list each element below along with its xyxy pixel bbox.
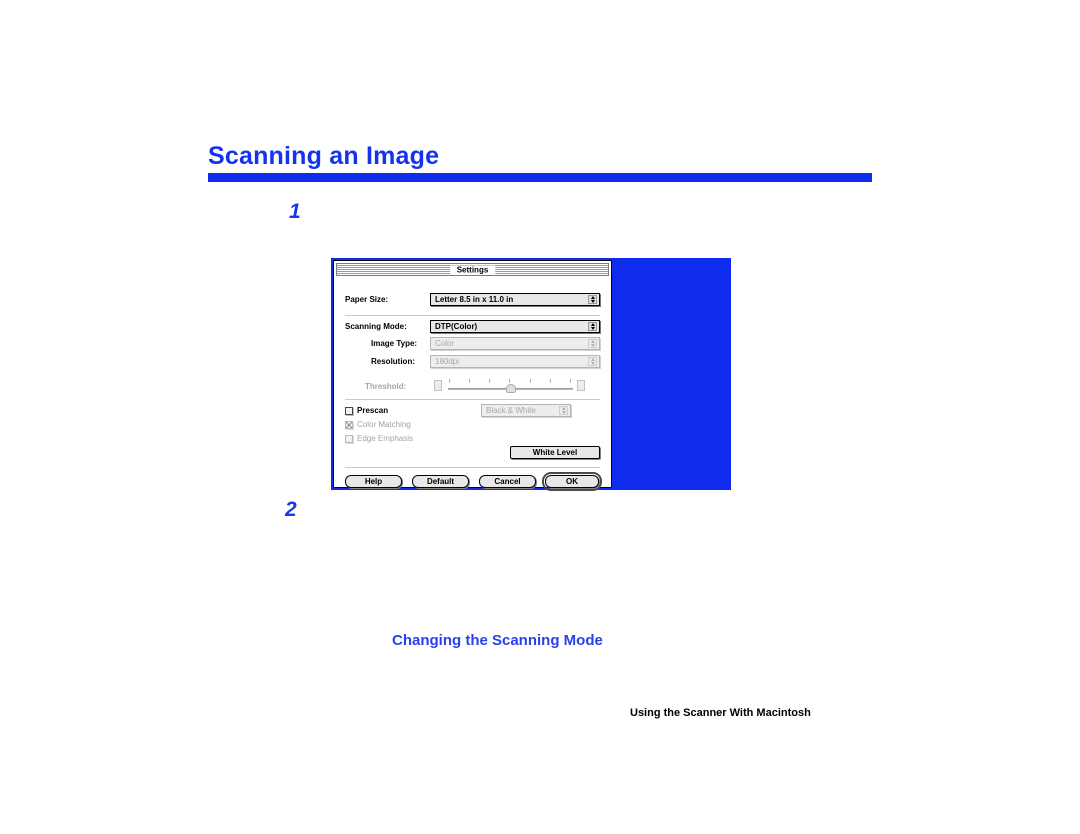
chevron-updown-icon xyxy=(588,357,597,366)
help-label: Help xyxy=(364,477,383,486)
prescan-label: Prescan xyxy=(357,406,389,415)
chevron-updown-icon xyxy=(588,295,597,304)
checkbox-color-matching[interactable]: Color Matching xyxy=(345,419,411,430)
paper-size-value: Letter 8.5 in x 11.0 in xyxy=(435,295,514,304)
color-matching-label: Color Matching xyxy=(357,420,411,429)
chevron-updown-icon xyxy=(559,406,568,415)
divider-1 xyxy=(345,315,600,316)
footer-text: Using the Scanner With Macintosh xyxy=(630,707,811,719)
color-mode-dropdown[interactable]: Black & White xyxy=(481,404,571,417)
document-page: Scanning an Image 1 2 Settings Paper Siz… xyxy=(0,0,1080,834)
resolution-label: Resolution: xyxy=(371,357,415,366)
section-title: Changing the Scanning Mode xyxy=(392,632,603,649)
cancel-button[interactable]: Cancel xyxy=(479,475,536,488)
field-scanning-mode: Scanning Mode: xyxy=(345,320,407,333)
threshold-thumb[interactable] xyxy=(505,384,516,393)
image-type-value: Color xyxy=(435,339,455,348)
chevron-updown-icon xyxy=(588,322,597,331)
chevron-updown-icon xyxy=(588,339,597,348)
scanning-mode-value: DTP(Color) xyxy=(435,322,478,331)
blue-illustration-block xyxy=(612,258,731,490)
step-number-2: 2 xyxy=(285,498,297,521)
settings-dialog: Settings Paper Size: Letter 8.5 in x 11.… xyxy=(331,258,614,491)
edge-emphasis-label: Edge Emphasis xyxy=(357,434,414,443)
divider-3 xyxy=(345,467,600,468)
step-number-1: 1 xyxy=(289,200,301,223)
default-label: Default xyxy=(426,477,455,486)
threshold-label: Threshold: xyxy=(365,382,407,391)
paper-size-dropdown[interactable]: Letter 8.5 in x 11.0 in xyxy=(430,293,600,306)
field-paper-size: Paper Size: xyxy=(345,293,388,306)
resolution-value: 180dpi xyxy=(435,357,460,366)
divider-2 xyxy=(345,399,600,400)
checkbox-icon[interactable] xyxy=(345,420,353,429)
ok-button[interactable]: OK xyxy=(545,475,599,488)
threshold-ticks xyxy=(449,379,571,383)
dialog-title: Settings xyxy=(449,265,496,274)
checkbox-edge-emphasis[interactable]: Edge Emphasis xyxy=(345,433,413,444)
threshold-right-endbox xyxy=(577,380,585,391)
color-mode-value: Black & White xyxy=(486,406,536,415)
heading-rule xyxy=(208,173,872,182)
threshold-control: Threshold: xyxy=(345,379,600,393)
field-resolution: Resolution: xyxy=(371,355,415,368)
white-level-label: White Level xyxy=(532,448,578,457)
image-type-dropdown[interactable]: Color xyxy=(430,337,600,350)
dialog-inner-frame: Settings Paper Size: Letter 8.5 in x 11.… xyxy=(333,260,612,491)
page-title: Scanning an Image xyxy=(208,142,440,170)
image-type-label: Image Type: xyxy=(371,339,418,348)
ok-label: OK xyxy=(566,477,578,486)
cancel-label: Cancel xyxy=(494,477,521,486)
threshold-left-endbox xyxy=(434,380,442,391)
scanning-mode-label: Scanning Mode: xyxy=(345,322,407,331)
checkbox-icon[interactable] xyxy=(345,434,353,443)
dialog-titlebar[interactable]: Settings xyxy=(336,263,609,276)
checkbox-icon[interactable] xyxy=(345,406,353,415)
scanning-mode-dropdown[interactable]: DTP(Color) xyxy=(430,320,600,333)
checkbox-prescan[interactable]: Prescan xyxy=(345,405,388,416)
resolution-dropdown[interactable]: 180dpi xyxy=(430,355,600,368)
help-button[interactable]: Help xyxy=(345,475,402,488)
paper-size-label: Paper Size: xyxy=(345,295,389,304)
white-level-button[interactable]: White Level xyxy=(510,446,600,459)
default-button[interactable]: Default xyxy=(412,475,469,488)
dialog-body: Paper Size: Letter 8.5 in x 11.0 in Scan… xyxy=(334,276,611,491)
field-image-type: Image Type: xyxy=(371,337,417,350)
